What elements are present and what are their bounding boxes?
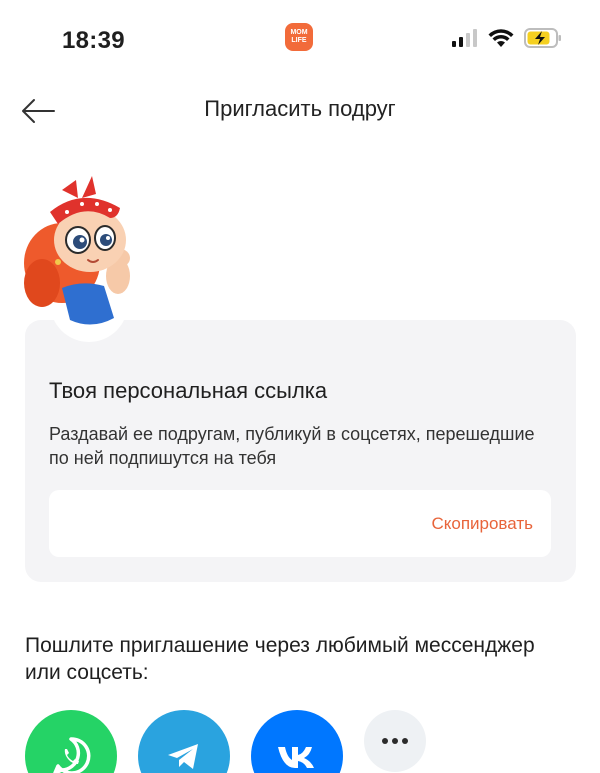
battery-icon: [524, 28, 561, 48]
copy-link-button[interactable]: Скопировать: [431, 514, 533, 534]
more-share-button[interactable]: [364, 710, 426, 772]
card-description: Раздавай ее подругам, публикуй в соцсетя…: [49, 424, 535, 468]
whatsapp-icon: [53, 737, 91, 773]
status-time: 18:39: [62, 27, 125, 54]
signal-icon: [452, 29, 477, 47]
app-logo-icon: MOM LIFE: [285, 23, 313, 51]
share-prompt: Пошлите приглашение через любимый мессен…: [25, 634, 535, 684]
vk-share-button[interactable]: [251, 710, 343, 773]
page-title: Пригласить подруг: [204, 96, 396, 121]
telegram-share-button[interactable]: [138, 710, 230, 773]
app-badge-label: MOM LIFE: [290, 29, 308, 44]
header: Пригласить подруг: [0, 80, 600, 140]
more-icon: [382, 738, 408, 744]
status-bar: 18:39 MOM LIFE: [0, 0, 600, 80]
whatsapp-share-button[interactable]: [25, 710, 117, 773]
status-icons: [452, 28, 562, 48]
share-buttons: [25, 710, 426, 773]
card-title: Твоя персональная ссылка: [49, 378, 328, 403]
personal-link-field[interactable]: Скопировать: [49, 490, 551, 557]
vk-icon: [278, 747, 314, 768]
telegram-icon: [168, 744, 198, 769]
mascot-illustration: [24, 176, 130, 325]
wifi-icon: [488, 28, 514, 47]
